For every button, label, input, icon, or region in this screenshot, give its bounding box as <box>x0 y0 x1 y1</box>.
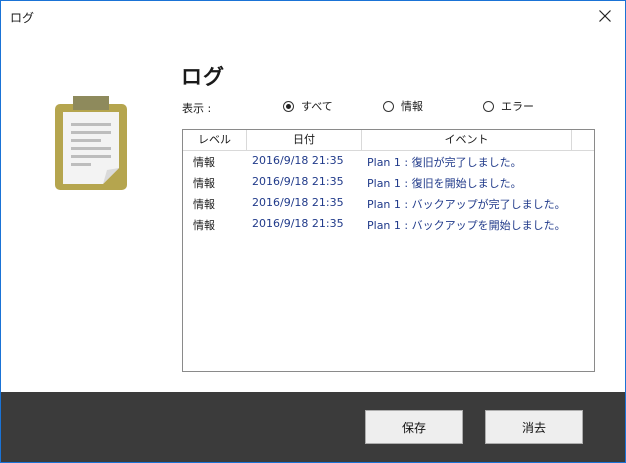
footer-bar: 保存 消去 <box>1 392 625 462</box>
column-header-event[interactable]: イベント <box>362 130 571 150</box>
filter-error-radio[interactable]: エラー <box>483 99 534 113</box>
cell-level: 情報 <box>193 219 215 232</box>
radio-unselected-icon <box>483 100 494 112</box>
radio-label: エラー <box>501 100 534 113</box>
table-header: レベル 日付 イベント <box>183 130 594 151</box>
close-button[interactable] <box>585 1 625 31</box>
cell-event: Plan 1 : 復旧が完了しました。 <box>367 156 522 169</box>
radio-selected-icon <box>283 100 294 112</box>
cell-date: 2016/9/18 21:35 <box>252 217 344 230</box>
cell-date: 2016/9/18 21:35 <box>252 154 344 167</box>
table-row[interactable]: 情報 2016/9/18 21:35 Plan 1 : バックアップが完了しまし… <box>183 193 594 214</box>
cell-date: 2016/9/18 21:35 <box>252 175 344 188</box>
cell-event: Plan 1 : 復旧を開始しました。 <box>367 177 522 190</box>
close-icon <box>599 10 611 22</box>
column-header-level[interactable]: レベル <box>183 130 246 150</box>
save-button[interactable]: 保存 <box>365 410 463 444</box>
window-title: ログ <box>10 11 35 25</box>
cell-event: Plan 1 : バックアップが完了しました。 <box>367 198 566 211</box>
radio-label: すべて <box>301 100 333 113</box>
radio-unselected-icon <box>383 100 394 112</box>
cell-level: 情報 <box>193 198 215 211</box>
clear-button[interactable]: 消去 <box>485 410 583 444</box>
clipboard-log-icon <box>55 96 127 190</box>
page-title: ログ <box>181 65 225 89</box>
cell-level: 情報 <box>193 156 215 169</box>
filter-all-radio[interactable]: すべて <box>283 99 333 113</box>
table-row[interactable]: 情報 2016/9/18 21:35 Plan 1 : バックアップを開始しまし… <box>183 214 594 235</box>
log-table[interactable]: レベル 日付 イベント 情報 2016/9/18 21:35 Plan 1 : … <box>182 129 595 372</box>
table-row[interactable]: 情報 2016/9/18 21:35 Plan 1 : 復旧が完了しました。 <box>183 151 594 172</box>
filter-label: 表示 : <box>182 102 212 115</box>
cell-event: Plan 1 : バックアップを開始しました。 <box>367 219 566 232</box>
log-dialog: ログ ログ 表示 : すべて 情報 エラー レベル 日付 イベント 情報 201… <box>0 0 626 463</box>
title-bar: ログ <box>1 1 625 31</box>
table-row[interactable]: 情報 2016/9/18 21:35 Plan 1 : 復旧を開始しました。 <box>183 172 594 193</box>
cell-date: 2016/9/18 21:35 <box>252 196 344 209</box>
column-header-date[interactable]: 日付 <box>247 130 361 150</box>
filter-info-radio[interactable]: 情報 <box>383 99 423 113</box>
radio-label: 情報 <box>401 100 423 113</box>
cell-level: 情報 <box>193 177 215 190</box>
